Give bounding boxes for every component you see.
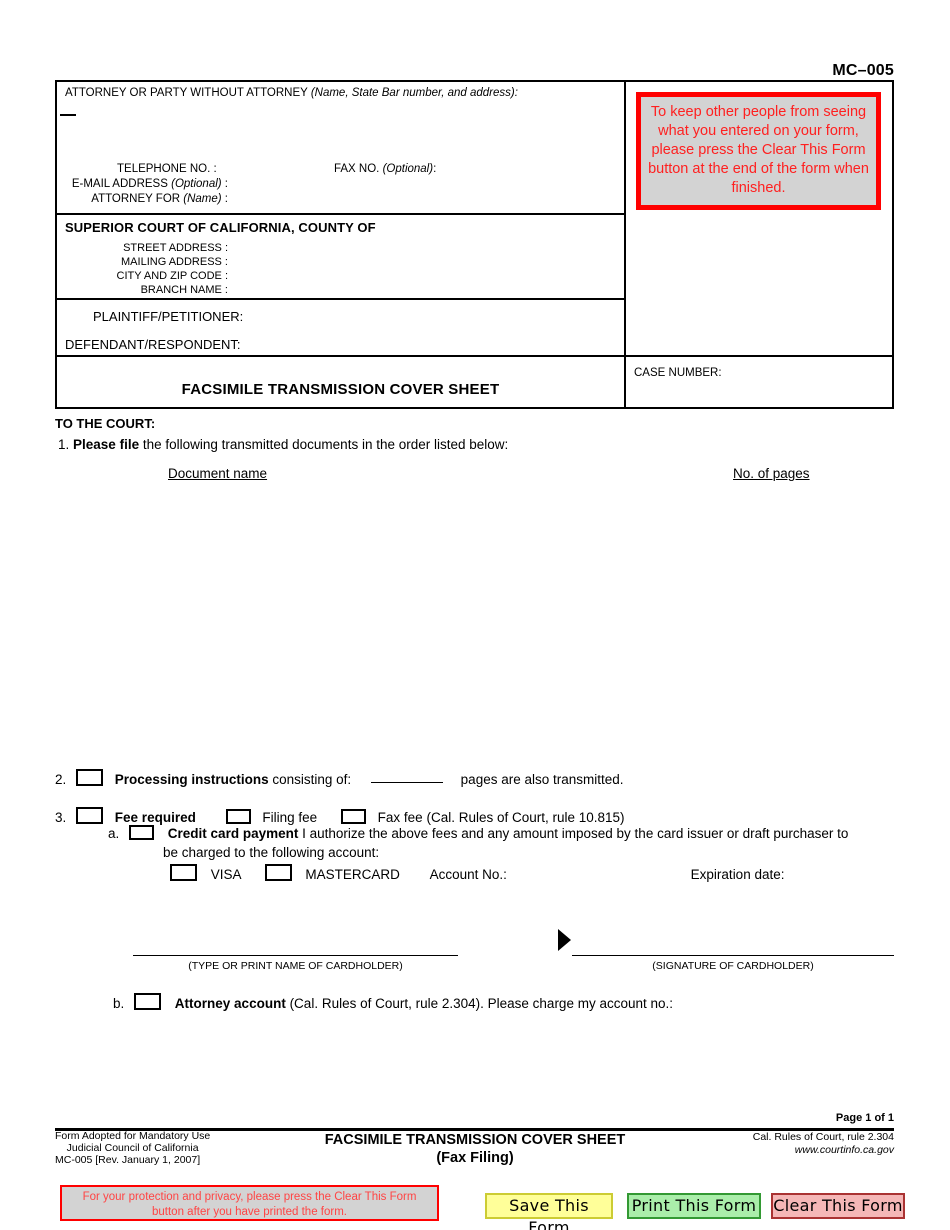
item-3-fax-fee-label: Fax fee (Cal. Rules of Court, rule 10.81… — [377, 810, 625, 825]
mailing-address-row: MAILING ADDRESS : — [57, 255, 624, 269]
cardholder-name-caption: (TYPE OR PRINT NAME OF CARDHOLDER) — [188, 960, 403, 972]
branch-name-row: BRANCH NAME : — [57, 283, 624, 297]
footer-right: Cal. Rules of Court, rule 2.304 www.cour… — [753, 1131, 894, 1156]
visa-label: VISA — [210, 867, 241, 882]
footer-right-line2: www.courtinfo.ca.gov — [794, 1143, 894, 1156]
checkbox-credit-card-payment[interactable] — [129, 825, 155, 840]
signature-arrow-icon — [558, 929, 571, 951]
print-this-form-button[interactable]: Print This Form — [627, 1193, 761, 1219]
clear-this-form-button[interactable]: Clear This Form — [771, 1193, 905, 1219]
checkbox-visa[interactable] — [170, 864, 197, 881]
attorney-header: ATTORNEY OR PARTY WITHOUT ATTORNEY (Name… — [65, 86, 518, 101]
email-row: E-MAIL ADDRESS (Optional) : — [57, 177, 624, 192]
item-3-bold: Fee required — [114, 810, 196, 825]
page-of-indicator: Page 1 of 1 — [835, 1112, 894, 1124]
item-3b-bold: Attorney account — [174, 996, 286, 1011]
item-1-number: 1. — [58, 437, 70, 452]
attorney-header-text: ATTORNEY OR PARTY WITHOUT ATTORNEY — [65, 87, 308, 99]
item-1-bold: Please file — [73, 437, 140, 452]
court-block[interactable]: SUPERIOR COURT OF CALIFORNIA, COUNTY OF … — [57, 215, 624, 300]
item-2-bold: Processing instructions — [114, 772, 269, 787]
form-title-block: FACSIMILE TRANSMISSION COVER SHEET — [57, 357, 624, 409]
mastercard-label: MASTERCARD — [305, 867, 400, 882]
footer-right-line1: Cal. Rules of Court, rule 2.304 — [752, 1131, 894, 1143]
item-3b-rest: (Cal. Rules of Court, rule 2.304). Pleas… — [285, 996, 674, 1011]
checkbox-fax-fee[interactable] — [340, 809, 366, 824]
attorney-for-label: ATTORNEY FOR (Name) : — [91, 193, 228, 205]
plaintiff-label: PLAINTIFF/PETITIONER: — [93, 309, 244, 324]
privacy-notice-bottom-line1: For your protection and privacy, please … — [82, 1191, 417, 1203]
item-3: 3. Fee required Filing fee Fax fee (Cal.… — [55, 807, 625, 825]
court-title: SUPERIOR COURT OF CALIFORNIA, COUNTY OF — [65, 220, 376, 235]
column-header-no-of-pages: No. of pages — [733, 466, 810, 481]
item-3a-bold: Credit card payment — [167, 826, 299, 841]
cardholder-signature-caption: (SIGNATURE OF CARDHOLDER) — [652, 960, 814, 972]
checkbox-attorney-account[interactable] — [134, 993, 162, 1010]
item-2: 2. Processing instructions consisting of… — [55, 768, 624, 787]
privacy-notice-bottom: For your protection and privacy, please … — [60, 1185, 439, 1221]
caption-right-column: To keep other people from seeing what yo… — [626, 82, 892, 407]
checkbox-filing-fee[interactable] — [225, 809, 251, 824]
privacy-notice-top: To keep other people from seeing what yo… — [636, 92, 881, 210]
fax-label: FAX NO. (Optional): — [334, 163, 437, 175]
save-this-form-button[interactable]: Save This Form — [485, 1193, 613, 1230]
attorney-tick-mark — [60, 114, 76, 116]
notice-cell: To keep other people from seeing what yo… — [626, 82, 892, 357]
form-number: MC–005 — [832, 62, 894, 79]
defendant-label: DEFENDANT/RESPONDENT: — [65, 337, 241, 352]
card-type-row: VISA MASTERCARD Account No.: Expiration … — [170, 864, 784, 882]
attorney-contact-rows: TELEPHONE NO. : FAX NO. (Optional): E-MA… — [57, 162, 624, 207]
form-title: FACSIMILE TRANSMISSION COVER SHEET — [181, 381, 500, 398]
item-3b: b. Attorney account (Cal. Rules of Court… — [113, 993, 673, 1011]
telephone-row: TELEPHONE NO. : FAX NO. (Optional): — [57, 162, 624, 177]
item-3-number: 3. — [55, 810, 67, 825]
cardholder-name-line[interactable] — [133, 955, 458, 956]
item-3b-letter: b. — [113, 996, 125, 1011]
street-address-row: STREET ADDRESS : — [57, 241, 624, 255]
privacy-notice-bottom-line2: button after you have printed the form. — [152, 1206, 347, 1218]
checkbox-processing-instructions[interactable] — [76, 769, 104, 786]
caption-table: ATTORNEY OR PARTY WITHOUT ATTORNEY (Name… — [55, 80, 894, 409]
item-1-rest: the following transmitted documents in t… — [139, 437, 509, 452]
expiration-date-label: Expiration date: — [690, 867, 785, 882]
cardholder-signature-line[interactable] — [572, 955, 894, 956]
item-3-filing-fee-label: Filing fee — [262, 810, 318, 825]
checkbox-mastercard[interactable] — [264, 864, 292, 881]
parties-block[interactable]: PLAINTIFF/PETITIONER: DEFENDANT/RESPONDE… — [57, 300, 624, 357]
case-number-cell[interactable]: CASE NUMBER: — [626, 357, 892, 409]
court-address-rows: STREET ADDRESS : MAILING ADDRESS : CITY … — [57, 241, 624, 297]
account-no-label: Account No.: — [429, 867, 507, 882]
attorney-header-italic: (Name, State Bar number, and address): — [310, 87, 518, 99]
email-label: E-MAIL ADDRESS (Optional) : — [71, 178, 228, 190]
case-number-label: CASE NUMBER: — [634, 367, 722, 379]
item-3a-rest: I authorize the above fees and any amoun… — [298, 826, 849, 841]
branch-name-label: BRANCH NAME : — [140, 284, 228, 296]
item-3a-line2: be charged to the following account: — [163, 845, 380, 860]
item-3a: a. Credit card payment I authorize the a… — [108, 825, 908, 841]
item-3a-letter: a. — [108, 826, 120, 841]
city-zip-label: CITY AND ZIP CODE : — [116, 270, 228, 282]
item-1: 1. Please file the following transmitted… — [58, 437, 508, 452]
city-zip-row: CITY AND ZIP CODE : — [57, 269, 624, 283]
item-2-number: 2. — [55, 772, 67, 787]
caption-left-column: ATTORNEY OR PARTY WITHOUT ATTORNEY (Name… — [57, 82, 626, 407]
to-the-court-heading: TO THE COURT: — [55, 416, 156, 431]
street-address-label: STREET ADDRESS : — [123, 242, 228, 254]
item-2-tail: pages are also transmitted. — [460, 772, 624, 787]
telephone-label: TELEPHONE NO. : — [117, 163, 217, 175]
attorney-block[interactable]: ATTORNEY OR PARTY WITHOUT ATTORNEY (Name… — [57, 82, 624, 215]
form-page: MC–005 ATTORNEY OR PARTY WITHOUT ATTORNE… — [0, 0, 950, 1230]
item-2-mid: consisting of: — [268, 772, 352, 787]
mailing-address-label: MAILING ADDRESS : — [121, 256, 228, 268]
checkbox-fee-required[interactable] — [76, 807, 104, 824]
pages-count-field[interactable] — [370, 768, 443, 783]
column-header-document-name: Document name — [168, 466, 268, 481]
attorney-for-row: ATTORNEY FOR (Name) : — [57, 192, 624, 207]
